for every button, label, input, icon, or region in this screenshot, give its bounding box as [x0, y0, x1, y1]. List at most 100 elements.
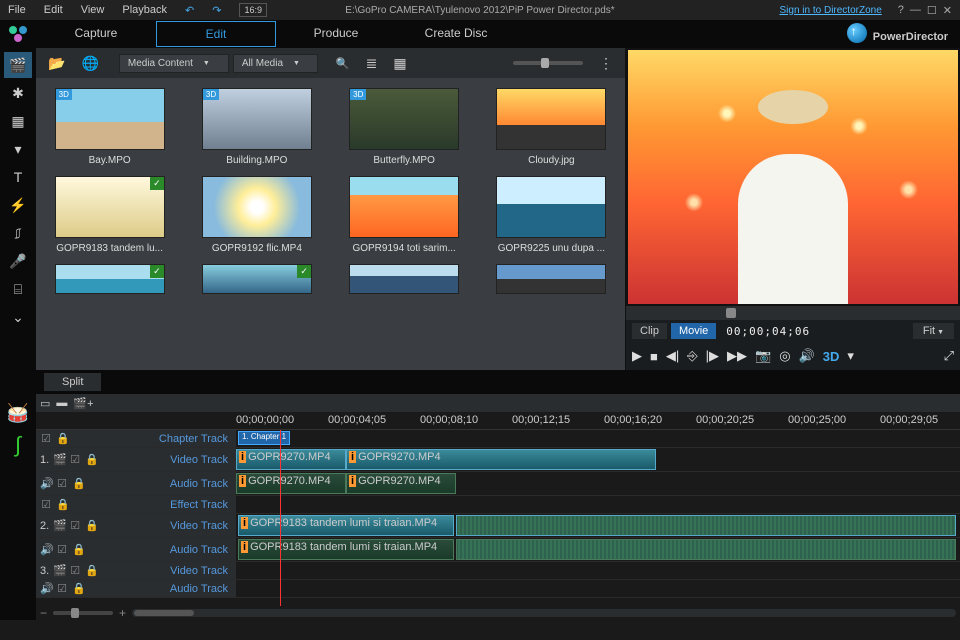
stop-button[interactable]: ■	[650, 349, 658, 364]
prev-frame-button[interactable]: ◀|	[666, 348, 679, 364]
media-thumb[interactable]: 3DBuilding.MPO	[193, 88, 320, 166]
track-compact-toggle[interactable]: ▬	[56, 397, 67, 409]
timeline-clip[interactable]: iGOPR9270.MP4	[236, 473, 346, 494]
preview-timecode[interactable]: 00;00;04;06	[726, 325, 810, 338]
download-button[interactable]: 🌐	[75, 52, 104, 75]
media-thumb[interactable]: Cloudy.jpg	[488, 88, 615, 166]
track-toggle-icon[interactable]: 🔒	[56, 432, 68, 445]
content-filter-dropdown[interactable]: Media Content	[119, 54, 229, 73]
zoom-in-button[interactable]: +	[119, 606, 126, 620]
view-details-icon[interactable]: ≣	[360, 52, 384, 75]
upload-orb-icon[interactable]	[847, 23, 867, 43]
media-thumb[interactable]: ✓GOPR9183 tandem lu...	[46, 176, 173, 254]
preview-scrubber[interactable]	[626, 306, 960, 320]
track-toggle-icon[interactable]: 🔒	[85, 564, 97, 577]
fast-fwd-button[interactable]: ▶▶	[727, 348, 747, 364]
track-toggle-icon[interactable]: ☑	[40, 432, 52, 445]
media-thumb[interactable]: ✓	[193, 264, 320, 294]
seg-movie[interactable]: Movie	[671, 323, 716, 339]
thumb-size-slider[interactable]	[513, 61, 583, 65]
track-lane[interactable]: iGOPR9270.MP4iGOPR9270.MP4	[236, 448, 960, 471]
track-lane[interactable]	[236, 580, 960, 597]
track-toggle-icon[interactable]: ☑	[56, 543, 68, 556]
step-back-button[interactable]: ⎆	[687, 348, 697, 364]
timeline-clip[interactable]: iGOPR9270.MP4	[346, 473, 456, 494]
mode-create-disc[interactable]: Create Disc	[396, 21, 516, 47]
preview-screen[interactable]	[628, 50, 958, 304]
more-tab[interactable]: ⌄	[4, 304, 32, 330]
media-thumb[interactable]: GOPR9192 flic.MP4	[193, 176, 320, 254]
fx-room-tab[interactable]: ✱	[4, 80, 32, 106]
track-lane[interactable]	[236, 496, 960, 513]
pip-room-tab[interactable]: ▦	[4, 108, 32, 134]
track-toggle-icon[interactable]: ☑	[56, 582, 68, 595]
track-lane[interactable]: iGOPR9183 tandem lumi si traian.MP4	[236, 538, 960, 561]
track-toggle-icon[interactable]: 🔒	[56, 498, 68, 511]
track-lane[interactable]	[236, 562, 960, 579]
storyboard-view-button[interactable]: ∫	[5, 432, 31, 458]
track-toggle-icon[interactable]: 🔒	[72, 582, 84, 595]
chapter-marker[interactable]: 1. Chapter 1	[238, 431, 290, 445]
timeline-clip[interactable]: iGOPR9183 tandem lumi si traian.MP4	[238, 515, 454, 536]
split-button[interactable]: Split	[44, 373, 101, 391]
timeline-ruler[interactable]: 00;00;00;0000;00;04;0500;00;08;1000;00;1…	[36, 412, 960, 430]
timeline-hscroll[interactable]	[132, 609, 956, 617]
search-icon[interactable]: 🔍	[330, 54, 356, 73]
track-lane[interactable]: iGOPR9270.MP4iGOPR9270.MP4	[236, 472, 960, 495]
volume-button[interactable]: 🔊	[799, 348, 815, 364]
menu-file[interactable]: File	[8, 4, 26, 16]
track-header[interactable]: 3.🎬☑🔒Video Track	[36, 562, 236, 579]
track-toggle-icon[interactable]: 🔒	[85, 519, 97, 532]
library-menu-icon[interactable]: ⋮	[593, 52, 619, 75]
chapter-room-tab[interactable]: ⌸	[4, 276, 32, 302]
help-button[interactable]: ?	[898, 4, 904, 16]
media-thumb[interactable]	[341, 264, 468, 294]
track-lane[interactable]: 1. Chapter 1	[236, 430, 960, 447]
timeline-clip[interactable]: iGOPR9270.MP4	[346, 449, 656, 470]
media-thumb[interactable]: ✓	[46, 264, 173, 294]
mode-edit[interactable]: Edit	[156, 21, 276, 47]
redo-button[interactable]: ↷	[212, 4, 221, 17]
add-track-button[interactable]: 🎬+	[73, 397, 93, 410]
media-room-tab[interactable]: 🎬	[4, 52, 32, 78]
minimize-button[interactable]: —	[910, 4, 921, 16]
track-toggle-icon[interactable]: 🔒	[72, 477, 84, 490]
track-view-toggle[interactable]: ▭	[40, 397, 50, 410]
media-thumb[interactable]	[488, 264, 615, 294]
timeline-view-button[interactable]: 🥁	[5, 400, 31, 426]
track-lane[interactable]: iGOPR9183 tandem lumi si traian.MP4	[236, 514, 960, 537]
track-toggle-icon[interactable]: ☑	[69, 453, 81, 466]
track-header[interactable]: 🔊☑🔒Audio Track	[36, 580, 236, 597]
mode-produce[interactable]: Produce	[276, 21, 396, 47]
menu-playback[interactable]: Playback	[122, 4, 167, 16]
timeline-clip[interactable]: iGOPR9270.MP4	[236, 449, 346, 470]
undo-button[interactable]: ↶	[185, 4, 194, 17]
track-header[interactable]: ☑🔒Chapter Track	[36, 430, 236, 447]
media-thumb[interactable]: GOPR9194 toti sarim...	[341, 176, 468, 254]
snapshot-button[interactable]: 📷	[755, 348, 771, 364]
mixing-room-tab[interactable]: ⎎	[4, 220, 32, 246]
media-thumb[interactable]: 3DBay.MPO	[46, 88, 173, 166]
transition-room-tab[interactable]: ⚡	[4, 192, 32, 218]
track-toggle-icon[interactable]: ☑	[56, 477, 68, 490]
close-button[interactable]: ✕	[943, 4, 952, 17]
media-thumb[interactable]: GOPR9225 unu dupa ...	[488, 176, 615, 254]
undock-button[interactable]: ⤢	[944, 348, 954, 364]
media-type-dropdown[interactable]: All Media	[233, 54, 318, 73]
3d-button[interactable]: 3D	[823, 349, 840, 364]
menu-view[interactable]: View	[81, 4, 105, 16]
view-grid-icon[interactable]: ▦	[387, 52, 412, 75]
mode-capture[interactable]: Capture	[36, 21, 156, 47]
track-header[interactable]: 1.🎬☑🔒Video Track	[36, 448, 236, 471]
track-toggle-icon[interactable]: 🔒	[72, 543, 84, 556]
track-toggle-icon[interactable]: ☑	[69, 519, 81, 532]
track-header[interactable]: 🔊☑🔒Audio Track	[36, 538, 236, 561]
media-thumb[interactable]: 3DButterfly.MPO	[341, 88, 468, 166]
aspect-ratio[interactable]: 16:9	[239, 3, 267, 17]
import-button[interactable]: 📂	[42, 52, 71, 75]
timeline-clip[interactable]	[456, 515, 956, 536]
zoom-slider[interactable]	[53, 611, 113, 615]
voice-room-tab[interactable]: 🎤	[4, 248, 32, 274]
track-header[interactable]: 2.🎬☑🔒Video Track	[36, 514, 236, 537]
track-header[interactable]: 🔊☑🔒Audio Track	[36, 472, 236, 495]
